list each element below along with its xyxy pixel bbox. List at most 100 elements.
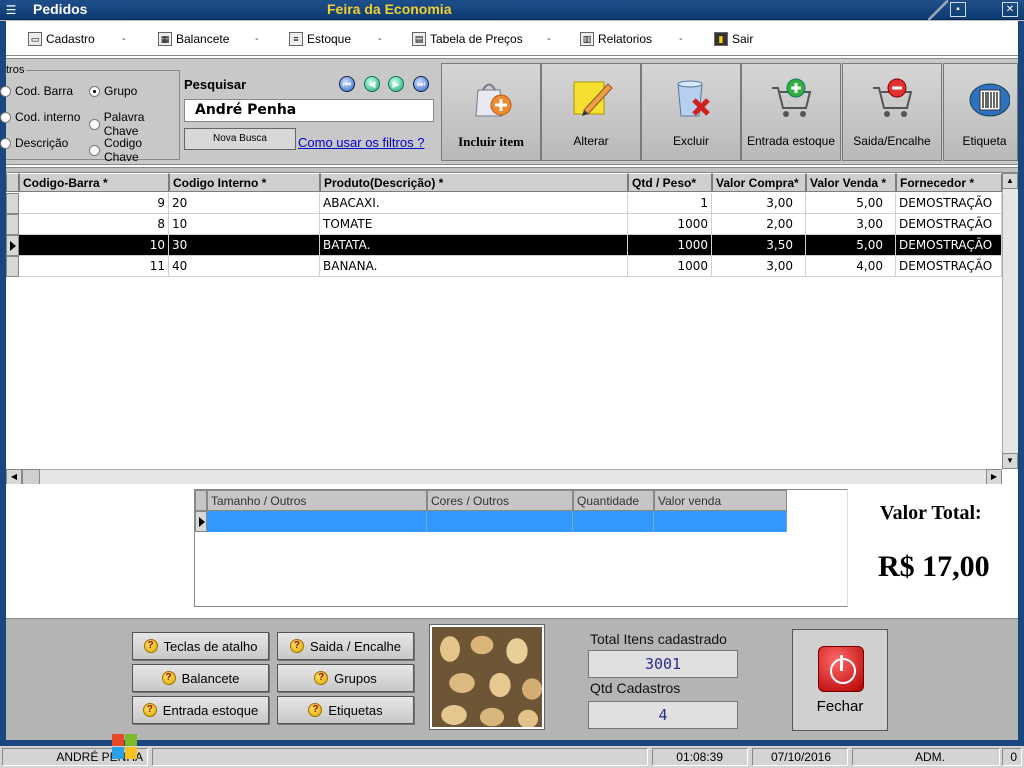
stock-out-shortcut-button[interactable]: ? Saida / Encalhe xyxy=(277,632,414,660)
scroll-down-icon[interactable]: ▼ xyxy=(1002,453,1018,469)
status-message xyxy=(152,748,648,766)
edit-button[interactable]: Alterar xyxy=(541,63,641,161)
delete-label: Excluir xyxy=(672,134,709,148)
col-valor-compra[interactable]: Valor Compra* xyxy=(712,173,806,192)
next-record-icon[interactable]: ▶ xyxy=(388,76,404,92)
balancete-button[interactable]: ? Balancete xyxy=(132,664,269,692)
cell-valor-venda[interactable] xyxy=(654,511,787,532)
scroll-up-icon[interactable]: ▲ xyxy=(1002,173,1018,189)
variants-row[interactable] xyxy=(195,511,787,532)
variants-header: Tamanho / Outros Cores / Outros Quantida… xyxy=(195,490,787,511)
edit-label: Alterar xyxy=(573,134,609,148)
stock-in-button[interactable]: Entrada estoque xyxy=(741,63,841,161)
scroll-left-icon[interactable]: ◀ xyxy=(6,469,22,485)
search-input[interactable]: André Penha xyxy=(184,99,434,122)
col-fornecedor[interactable]: Fornecedor * xyxy=(896,173,1002,192)
button-label: Etiquetas xyxy=(328,702,383,718)
exit-door-icon: ▮ xyxy=(714,32,728,46)
scroll-right-icon[interactable]: ▶ xyxy=(986,469,1002,485)
groups-button[interactable]: ? Grupos xyxy=(277,664,414,692)
radio-label: Palavra Chave xyxy=(103,110,145,138)
radio-label: Codigo Chave xyxy=(104,136,143,164)
help-question-icon: ? xyxy=(314,671,329,685)
menu-label: Cadastro xyxy=(46,32,95,46)
menu-sair[interactable]: ▮ Sair xyxy=(714,30,753,48)
radio-codigo-chave[interactable]: Codigo Chave xyxy=(89,136,180,164)
menu-separator: - xyxy=(378,33,382,45)
total-items-label: Total Itens cadastrado xyxy=(590,631,727,647)
cell-codigo-barra: 8 xyxy=(19,214,169,235)
new-search-button[interactable]: Nova Busca xyxy=(184,128,296,150)
col-produto[interactable]: Produto(Descrição) * xyxy=(320,173,628,192)
radio-grupo[interactable]: Grupo xyxy=(89,84,137,98)
app-title: Feira da Economia xyxy=(327,1,452,17)
menu-relatorios[interactable]: ▥ Relatorios xyxy=(580,30,652,48)
table-row[interactable]: 11 40 BANANA. 1000 3,00 4,00 DEMOSTRAÇÃO xyxy=(6,256,1002,277)
cell-cores[interactable] xyxy=(427,511,573,532)
stock-out-button[interactable]: Saida/Encalhe xyxy=(842,63,942,161)
label-label: Etiqueta xyxy=(962,134,1007,148)
cell-valor-venda: 3,00 xyxy=(806,214,896,235)
menu-tabela-precos[interactable]: ▤ Tabela de Preços xyxy=(412,30,523,48)
menu-cadastro[interactable]: ▭ Cadastro xyxy=(28,30,95,48)
cell-produto: ABACAXI. xyxy=(320,193,628,214)
col-quantidade[interactable]: Quantidade xyxy=(573,490,654,511)
radio-dot xyxy=(0,137,11,149)
radio-cod-barra[interactable]: Cod. Barra xyxy=(0,84,73,98)
cell-codigo-interno: 20 xyxy=(169,193,320,214)
menu-estoque[interactable]: ≡ Estoque xyxy=(289,30,351,48)
filters-help-link[interactable]: Como usar os filtros ? xyxy=(298,135,424,150)
radio-descricao[interactable]: Descrição xyxy=(0,136,68,150)
status-date: 07/10/2016 xyxy=(752,748,848,766)
label-button[interactable]: Etiqueta xyxy=(943,63,1018,161)
status-count: 0 xyxy=(1002,748,1022,766)
add-item-button[interactable]: Incluir item xyxy=(441,63,541,161)
menu-separator: - xyxy=(547,33,551,45)
power-icon xyxy=(818,646,864,692)
cell-tamanho[interactable] xyxy=(207,511,427,532)
details-area: Tamanho / Outros Cores / Outros Quantida… xyxy=(6,484,1018,618)
horizontal-scrollbar[interactable]: ◀ ▶ xyxy=(6,469,1002,485)
col-tamanho[interactable]: Tamanho / Outros xyxy=(207,490,427,511)
col-qtd-peso[interactable]: Qtd / Peso* xyxy=(628,173,712,192)
col-codigo-barra[interactable]: Codigo-Barra * xyxy=(19,173,169,192)
edit-pencil-icon xyxy=(573,81,613,116)
cell-qtd: 1000 xyxy=(628,256,712,277)
prev-record-icon[interactable]: ◀ xyxy=(364,76,380,92)
cell-fornecedor: DEMOSTRAÇÃO xyxy=(896,256,1002,277)
labels-button[interactable]: ? Etiquetas xyxy=(277,696,414,724)
close-window-button[interactable]: Fechar xyxy=(792,629,888,731)
folder-icon: ▭ xyxy=(28,32,42,46)
stock-in-shortcut-button[interactable]: ? Entrada estoque xyxy=(132,696,269,724)
total-value: R$ 17,00 xyxy=(878,550,990,583)
restore-button[interactable]: ▪ xyxy=(950,2,966,17)
button-label: Balancete xyxy=(181,670,240,686)
shortcuts-button[interactable]: ? Teclas de atalho xyxy=(132,632,269,660)
cell-codigo-barra: 9 xyxy=(19,193,169,214)
delete-button[interactable]: Excluir xyxy=(641,63,741,161)
table-row[interactable]: 9 20 ABACAXI. 1 3,00 5,00 DEMOSTRAÇÃO xyxy=(6,193,1002,214)
table-row[interactable]: 8 10 TOMATE 1000 2,00 3,00 DEMOSTRAÇÃO xyxy=(6,214,1002,235)
col-valor-venda[interactable]: Valor venda xyxy=(654,490,787,511)
first-record-icon[interactable]: ⏮ xyxy=(339,76,355,92)
close-button[interactable]: ✕ xyxy=(1002,2,1018,17)
radio-cod-interno[interactable]: Cod. interno xyxy=(0,110,80,124)
radio-dot xyxy=(0,111,11,123)
col-valor-venda[interactable]: Valor Venda * xyxy=(806,173,896,192)
vertical-scrollbar[interactable]: ▲ ▼ xyxy=(1002,173,1018,469)
radio-palavra-chave[interactable]: Palavra Chave xyxy=(89,110,180,138)
menu-separator: - xyxy=(679,33,683,45)
col-codigo-interno[interactable]: Codigo Interno * xyxy=(169,173,320,192)
table-row-selected[interactable]: 10 30 BATATA. 1000 3,50 5,00 DEMOSTRAÇÃO xyxy=(6,235,1002,256)
last-record-icon[interactable]: ⏭ xyxy=(413,76,429,92)
menu-balancete[interactable]: ▦ Balancete xyxy=(158,30,229,48)
variants-grid: Tamanho / Outros Cores / Outros Quantida… xyxy=(194,489,848,607)
cell-quantidade[interactable] xyxy=(573,511,654,532)
scroll-thumb[interactable] xyxy=(22,469,40,485)
row-indicator xyxy=(6,256,19,277)
cell-valor-venda: 5,00 xyxy=(806,235,896,256)
list-icon: ≡ xyxy=(289,32,303,46)
col-cores[interactable]: Cores / Outros xyxy=(427,490,573,511)
cell-fornecedor: DEMOSTRAÇÃO xyxy=(896,235,1002,256)
stock-in-label: Entrada estoque xyxy=(746,134,836,148)
